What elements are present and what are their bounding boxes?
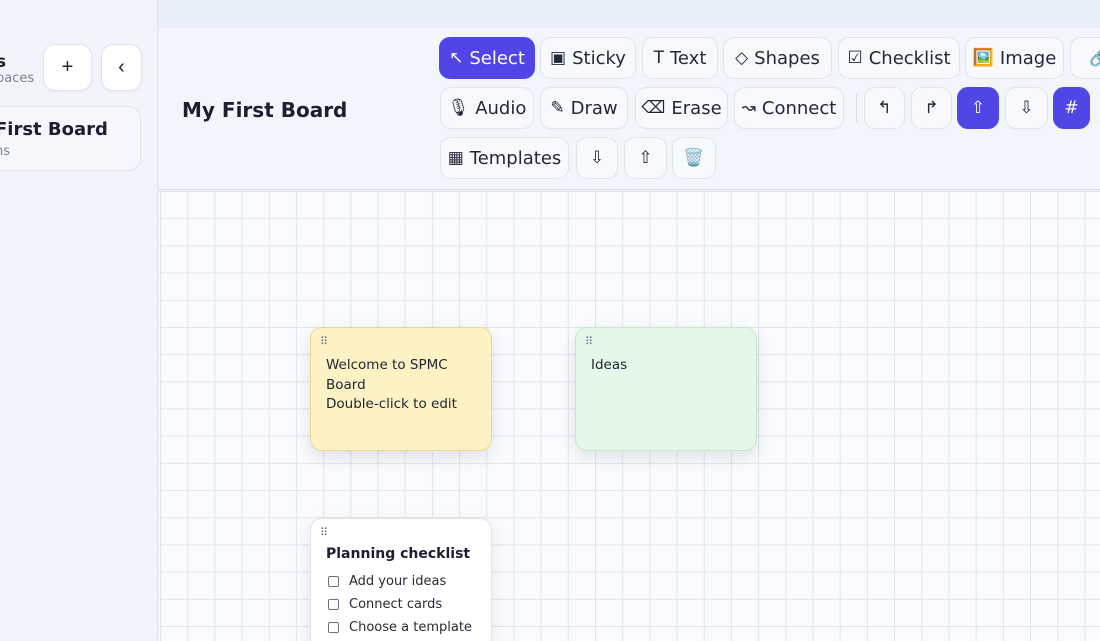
tool-label: Sticky — [572, 47, 626, 69]
eraser-icon: ⌫ — [641, 97, 666, 118]
tool-select-button[interactable]: ↖ Select — [439, 37, 535, 79]
board-list-item-title: First Board — [0, 119, 108, 140]
chevron-left-icon: ‹ — [118, 56, 125, 78]
workspace-subtitle: paces — [0, 71, 35, 86]
import-up-button[interactable]: ⇧ — [624, 137, 667, 179]
export-down-icon: ⇩ — [589, 147, 605, 168]
redo-icon: ↱ — [924, 97, 939, 118]
tool-text-button[interactable]: T Text — [642, 37, 718, 79]
drag-handle-icon[interactable]: ⠿ — [320, 335, 328, 348]
sticky-icon: ▣ — [550, 47, 567, 68]
pencil-icon: ✎ — [550, 97, 565, 118]
checkbox-icon: ☑ — [847, 47, 863, 68]
top-band — [0, 0, 1100, 28]
checkbox[interactable] — [328, 621, 339, 633]
redo-button[interactable]: ↱ — [911, 87, 952, 129]
tool-label: Draw — [570, 97, 618, 119]
tool-label: Image — [999, 47, 1057, 69]
checklist-item[interactable]: Choose a template — [328, 617, 472, 637]
tool-audio-button[interactable]: 🎙 Audio — [440, 87, 534, 129]
checkbox[interactable] — [328, 598, 339, 610]
bring-forward-icon: ⇧ — [970, 97, 986, 118]
checklist-item-label: Choose a template — [349, 619, 472, 635]
toolbar-divider — [856, 94, 857, 122]
link-icon: 🔗 — [1089, 49, 1100, 67]
trash-icon: 🗑️ — [683, 147, 705, 168]
tool-checklist-button[interactable]: ☑ Checklist — [838, 37, 960, 79]
tool-sticky-button[interactable]: ▣ Sticky — [540, 37, 636, 79]
cursor-arrow-icon: ↖ — [449, 47, 464, 68]
sticky-note-line: Board — [326, 376, 366, 393]
checklist-title: Planning checklist — [326, 546, 471, 562]
sticky-note-text: Welcome to SPMC Board Double-click to ed… — [326, 356, 476, 415]
diamond-icon: ◇ — [735, 47, 749, 68]
send-backward-button[interactable]: ⇩ — [1005, 87, 1048, 129]
grid-toggle-icon: # — [1064, 97, 1079, 118]
sidebar: s paces + ‹ First Board ns — [0, 0, 158, 641]
workspace-title: s — [0, 52, 7, 72]
tool-label: Audio — [475, 97, 527, 119]
text-icon: T — [653, 47, 664, 68]
add-board-button[interactable]: + — [43, 44, 92, 91]
checklist-item-label: Connect cards — [349, 596, 443, 612]
sticky-note-welcome[interactable]: ⠿ Welcome to SPMC Board Double-click to … — [310, 327, 492, 451]
tool-draw-button[interactable]: ✎ Draw — [540, 87, 628, 129]
bring-forward-button[interactable]: ⇧ — [957, 87, 999, 129]
checklist-item[interactable]: Add your ideas — [328, 571, 446, 591]
tool-label: Erase — [671, 97, 722, 119]
undo-icon: ↰ — [877, 97, 892, 118]
sticky-note-ideas[interactable]: ⠿ Ideas — [575, 327, 757, 451]
board-list-item-subtitle: ns — [0, 144, 11, 159]
tool-erase-button[interactable]: ⌫ Erase — [635, 87, 728, 129]
checklist-card[interactable]: ⠿ Planning checklist Add your ideas Conn… — [310, 518, 492, 641]
tool-label: Checklist — [868, 47, 951, 69]
tool-connect-button[interactable]: ↝ Connect — [734, 87, 844, 129]
undo-button[interactable]: ↰ — [864, 87, 905, 129]
send-backward-icon: ⇩ — [1019, 97, 1034, 118]
sticky-note-line: Ideas — [591, 357, 628, 373]
board-list-item[interactable]: First Board ns — [0, 106, 141, 171]
export-down-button[interactable]: ⇩ — [576, 137, 618, 179]
microphone-icon: 🎙 — [447, 97, 470, 118]
collapse-sidebar-button[interactable]: ‹ — [101, 44, 142, 91]
image-icon: 🖼️ — [972, 47, 994, 68]
sticky-note-text: Ideas — [591, 356, 741, 376]
checkbox[interactable] — [328, 575, 339, 587]
import-up-icon: ⇧ — [638, 147, 653, 168]
checklist-item[interactable]: Connect cards — [328, 594, 442, 614]
templates-grid-icon: ▦ — [447, 147, 464, 168]
tool-label: Shapes — [754, 47, 820, 69]
sticky-note-line: Double-click to edit — [326, 396, 457, 412]
trash-button[interactable]: 🗑️ — [672, 137, 716, 179]
connector-icon: ↝ — [741, 97, 756, 118]
tool-label: Connect — [761, 97, 837, 119]
templates-button[interactable]: ▦ Templates — [440, 137, 569, 179]
tool-label: Select — [469, 47, 525, 69]
tool-image-button[interactable]: 🖼️ Image — [965, 37, 1064, 79]
tool-label: Text — [669, 47, 707, 69]
tool-label: Templates — [469, 147, 562, 169]
tool-link-button[interactable]: 🔗 — [1070, 37, 1100, 79]
checklist-item-label: Add your ideas — [349, 573, 447, 589]
grid-toggle-button[interactable]: # — [1053, 87, 1090, 129]
drag-handle-icon[interactable]: ⠿ — [320, 526, 328, 539]
drag-handle-icon[interactable]: ⠿ — [585, 335, 593, 348]
tool-shapes-button[interactable]: ◇ Shapes — [723, 37, 832, 79]
plus-icon: + — [61, 56, 74, 78]
board-canvas[interactable]: ⠿ Welcome to SPMC Board Double-click to … — [159, 191, 1100, 641]
board-title: My First Board — [182, 98, 348, 122]
sticky-note-line: Welcome to SPMC — [326, 357, 448, 373]
